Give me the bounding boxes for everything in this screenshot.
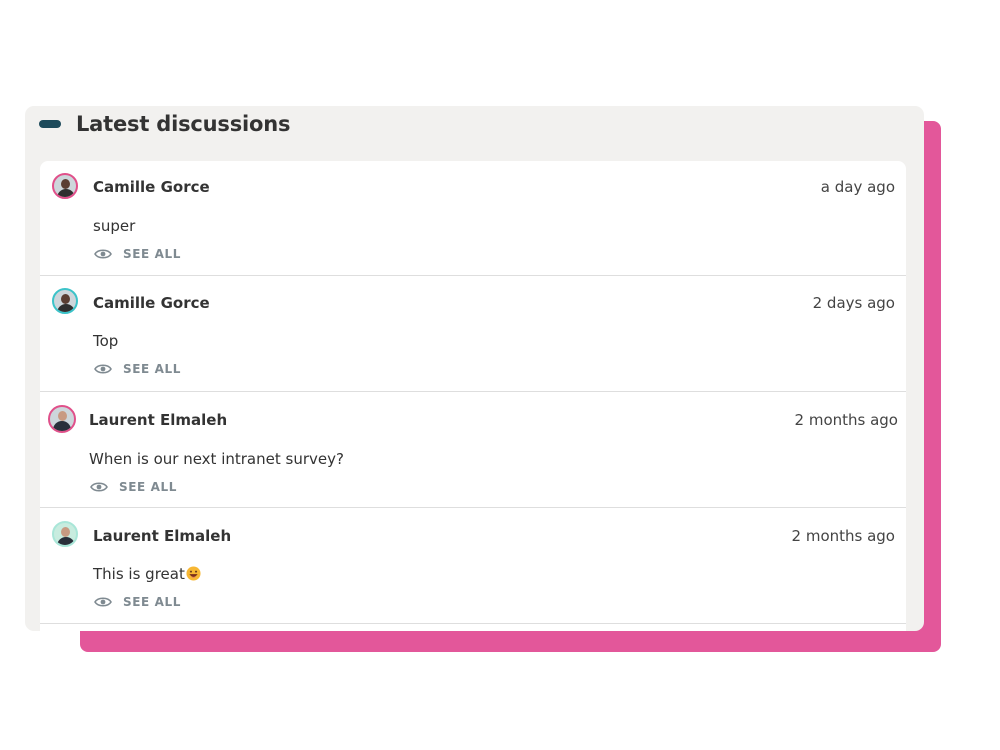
see-all-link[interactable]: SEE ALL xyxy=(94,362,181,376)
discussion-message: This is great xyxy=(93,565,185,583)
author-name[interactable]: Laurent Elmaleh xyxy=(89,411,227,429)
avatar[interactable] xyxy=(48,405,76,433)
timestamp: a day ago xyxy=(820,178,895,196)
discussion-item[interactable]: Camille Gorce a day ago super SEE ALL xyxy=(40,161,906,276)
eye-icon xyxy=(90,482,108,492)
author-name[interactable]: Camille Gorce xyxy=(93,294,210,312)
discussion-item[interactable]: Laurent Elmaleh 2 months ago This is gre… xyxy=(40,508,906,624)
widget-header: Latest discussions xyxy=(39,106,290,142)
latest-discussions-widget: Latest discussions Camille Gorce a day a… xyxy=(25,106,924,631)
discussion-message: super xyxy=(93,217,136,235)
see-all-label: SEE ALL xyxy=(123,247,181,261)
eye-icon xyxy=(94,249,112,259)
see-all-label: SEE ALL xyxy=(123,362,181,376)
discussion-item[interactable]: Laurent Elmaleh 2 months ago When is our… xyxy=(40,392,906,508)
grinning-face-emoji-icon xyxy=(186,566,201,581)
author-name[interactable]: Camille Gorce xyxy=(93,178,210,196)
see-all-label: SEE ALL xyxy=(123,595,181,609)
avatar[interactable] xyxy=(52,521,78,547)
avatar[interactable] xyxy=(52,288,78,314)
stage: Latest discussions Camille Gorce a day a… xyxy=(0,0,1000,750)
avatar[interactable] xyxy=(52,173,78,199)
timestamp: 2 months ago xyxy=(791,527,895,545)
discussion-list: Camille Gorce a day ago super SEE ALL Ca… xyxy=(40,161,906,631)
discussion-item[interactable]: Camille Gorce 2 days ago Top SEE ALL xyxy=(40,276,906,392)
eye-icon xyxy=(94,597,112,607)
discussion-message-row: This is great xyxy=(93,565,201,583)
see-all-link[interactable]: SEE ALL xyxy=(94,247,181,261)
see-all-link[interactable]: SEE ALL xyxy=(94,595,181,609)
see-all-label: SEE ALL xyxy=(119,480,177,494)
eye-icon xyxy=(94,364,112,374)
timestamp: 2 days ago xyxy=(812,294,895,312)
widget-title: Latest discussions xyxy=(76,112,291,136)
author-name[interactable]: Laurent Elmaleh xyxy=(93,527,231,545)
minus-pill-icon[interactable] xyxy=(39,120,61,128)
timestamp: 2 months ago xyxy=(794,411,898,429)
discussion-message: Top xyxy=(93,332,119,350)
see-all-link[interactable]: SEE ALL xyxy=(90,480,177,494)
discussion-message: When is our next intranet survey? xyxy=(89,450,344,468)
